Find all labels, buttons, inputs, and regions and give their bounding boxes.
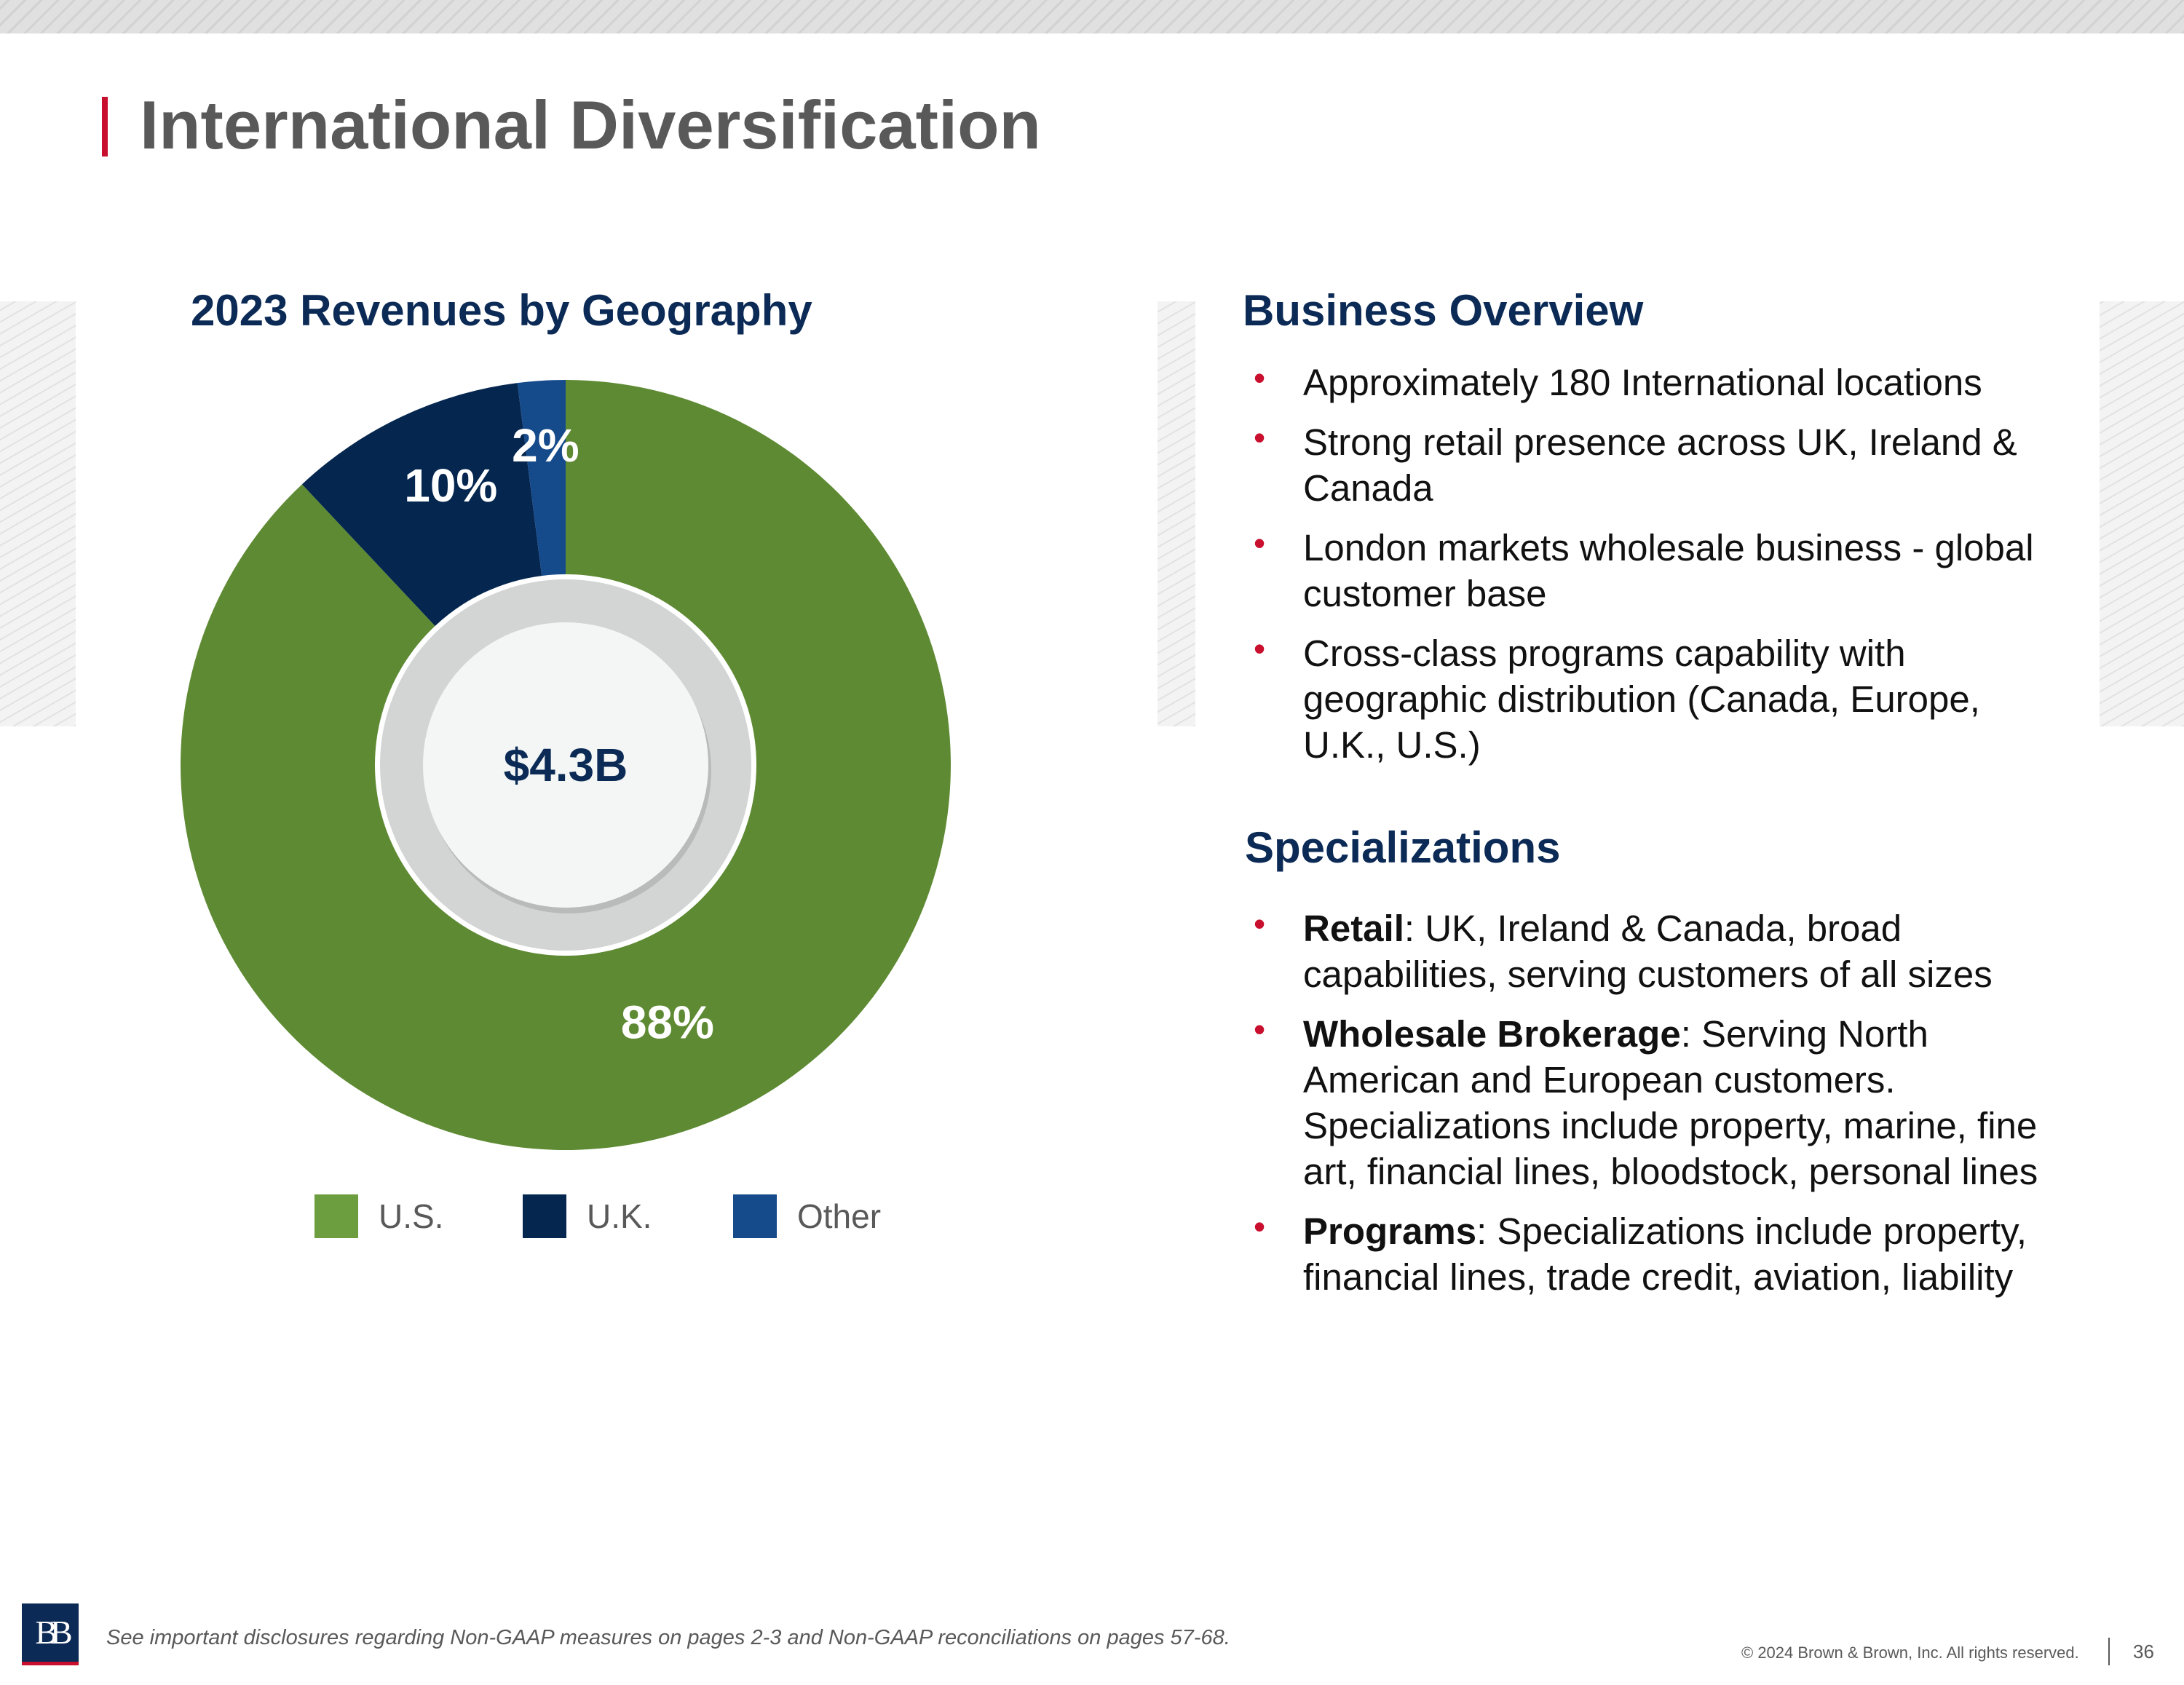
specializations-list: • Retail: UK, Ireland & Canada, broad cap… (1245, 905, 2060, 1314)
center-total-label: $4.3B (504, 739, 628, 791)
disclosure-footnote: See important disclosures regarding Non-… (106, 1626, 1230, 1649)
list-item: • London markets wholesale business - glo… (1245, 524, 2060, 616)
bullet-icon: • (1253, 1208, 1266, 1245)
list-item: • Programs: Specializations include prope… (1245, 1208, 2060, 1300)
business-overview-heading: Business Overview (1243, 286, 1644, 335)
copyright-text: © 2024 Brown & Brown, Inc. All rights re… (1741, 1644, 2079, 1662)
legend-label-other: Other (797, 1197, 882, 1235)
list-item: • Retail: UK, Ireland & Canada, broad cap… (1245, 905, 2060, 997)
data-label-us: 88% (621, 996, 714, 1048)
donut-chart: $4.3B 88% 10% 2% (180, 380, 951, 1150)
bullet-icon: • (1253, 630, 1266, 667)
header-band (0, 0, 2184, 33)
decor-band-left (0, 301, 76, 726)
legend-swatch-us (314, 1194, 358, 1238)
chart-title: 2023 Revenues by Geography (191, 286, 812, 335)
legend-item-us: U.S. (314, 1194, 443, 1239)
data-label-uk: 10% (404, 459, 497, 512)
page-number: 36 (2133, 1641, 2154, 1662)
business-overview-list: • Approximately 180 International locatio… (1245, 359, 2060, 782)
legend-item-uk: U.K. (523, 1194, 652, 1239)
bullet-icon: • (1253, 905, 1266, 943)
page-title: International Diversification (140, 87, 1041, 163)
data-label-other: 2% (512, 419, 579, 472)
bullet-icon: • (1253, 524, 1266, 562)
bullet-icon: • (1253, 1010, 1266, 1048)
legend-swatch-uk (523, 1194, 566, 1238)
title-accent-bar (102, 97, 108, 156)
footer-divider (2108, 1638, 2110, 1665)
list-item: • Wholesale Brokerage: Serving North Amer… (1245, 1010, 2060, 1194)
legend-label-us: U.S. (379, 1197, 444, 1235)
decor-band-middle (1158, 301, 1195, 726)
list-item: • Approximately 180 International locatio… (1245, 359, 2060, 405)
decor-band-right (2100, 301, 2184, 726)
legend-item-other: Other (733, 1194, 881, 1239)
list-item: • Strong retail presence across UK, Irela… (1245, 419, 2060, 511)
list-item: • Cross-class programs capability with ge… (1245, 630, 2060, 768)
specializations-heading: Specializations (1245, 823, 1561, 872)
bullet-icon: • (1253, 359, 1266, 397)
bullet-icon: • (1253, 419, 1266, 456)
company-logo: BB (22, 1603, 79, 1665)
legend-label-uk: U.K. (587, 1197, 652, 1235)
legend-swatch-other (733, 1194, 777, 1238)
